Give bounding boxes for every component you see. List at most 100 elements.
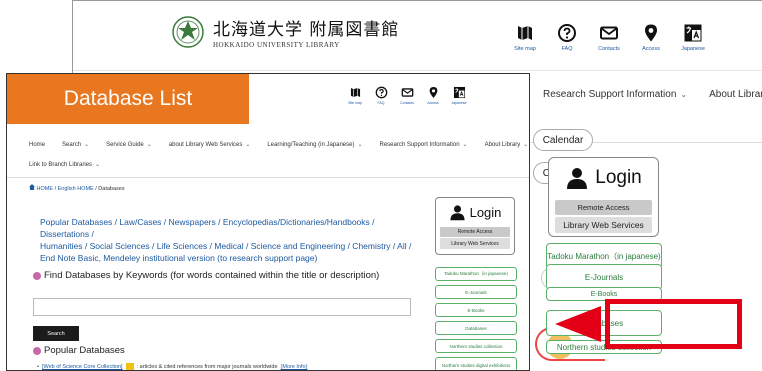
chevron-down-icon: ⌄	[84, 142, 90, 148]
japanese-link[interactable]: Japanese	[449, 86, 469, 105]
login-title: Login	[469, 204, 502, 220]
access-note-icon	[125, 363, 134, 370]
translate-icon	[684, 24, 702, 42]
access-link[interactable]: Access	[423, 86, 443, 105]
category-line[interactable]: Dissertations /	[40, 228, 420, 240]
background-utility-links: Site map FAQ Contacts Access Japanese	[511, 23, 707, 52]
main-nav: Home Search ⌄ Service Guide ⌄ about Library W…	[29, 135, 529, 175]
home-icon	[29, 184, 35, 190]
question-icon	[375, 86, 387, 99]
calendar-button[interactable]: Calendar	[533, 129, 593, 151]
category-line[interactable]: End Note Basic, Mendeley institutional v…	[40, 252, 420, 264]
faq-label: FAQ	[561, 46, 573, 52]
find-databases-heading: Find Databases by Keywords (for words co…	[33, 270, 379, 281]
contacts-link[interactable]: Contacts	[595, 23, 623, 52]
keyword-search-input[interactable]	[33, 298, 411, 316]
logo-english-text: HOKKAIDO UNIVERSITY LIBRARY	[213, 41, 340, 49]
remote-access-button[interactable]: Remote Access	[440, 227, 510, 237]
nav-research-support[interactable]: Research Support Information ⌄	[543, 89, 687, 100]
access-link[interactable]: Access	[637, 23, 665, 52]
breadcrumb-separator: /	[54, 186, 57, 192]
nav-service-guide[interactable]: Service Guide ⌄	[106, 142, 152, 148]
heading-bullet-icon	[33, 271, 41, 280]
database-list-page: Database List Site map FAQ Contacts Acce…	[6, 73, 530, 371]
nav-library-web-services[interactable]: about Library Web Services ⌄	[169, 142, 251, 148]
faq-link[interactable]: FAQ	[553, 23, 581, 52]
login-header[interactable]: Login	[549, 158, 658, 198]
university-emblem-icon	[172, 16, 204, 48]
highlight-arrow	[555, 306, 601, 342]
contacts-label: Contacts	[598, 46, 620, 52]
site-map-link[interactable]: Site map	[345, 86, 365, 105]
login-panel: Login Remote Access Library Web Services	[435, 197, 515, 255]
site-map-link[interactable]: Site map	[511, 23, 539, 52]
breadcrumb-english-home[interactable]: English HOME	[58, 186, 94, 192]
japanese-label: Japanese	[681, 46, 705, 52]
nav-learning-teaching[interactable]: Learning/Teaching (in Japanese) ⌄	[267, 142, 362, 148]
site-map-label: Site map	[348, 101, 362, 105]
chevron-down-icon: ⌄	[146, 142, 152, 148]
highlight-box	[605, 299, 742, 349]
access-label: Access	[642, 46, 660, 52]
map-icon	[350, 87, 360, 98]
library-web-services-button[interactable]: Library Web Services	[440, 238, 510, 249]
contacts-link[interactable]: Contacts	[397, 86, 417, 105]
faq-link[interactable]: FAQ	[371, 86, 391, 105]
background-header: 北海道大学 附属図書館 HOKKAIDO UNIVERSITY LIBRARY …	[73, 1, 762, 71]
translate-icon	[453, 86, 465, 99]
remote-access-button[interactable]: Remote Access	[555, 200, 652, 215]
location-pin-icon	[645, 24, 657, 42]
library-web-services-button[interactable]: Library Web Services	[555, 217, 652, 233]
list-item: • [Web of Science Core Collection] : art…	[37, 363, 308, 370]
category-links: Popular Databases / Law/Cases / Newspape…	[40, 216, 420, 264]
side-e-journals[interactable]: E-Journals	[435, 285, 517, 299]
breadcrumb-current: Databases	[98, 186, 125, 192]
utility-links: Site map FAQ Contacts Access Japanese	[345, 86, 469, 105]
nav-divider	[7, 177, 529, 178]
more-info-link[interactable]: (More Info)	[281, 364, 308, 370]
search-button[interactable]: Search	[33, 326, 79, 341]
nav-about-library[interactable]: About Library⌄	[709, 89, 762, 100]
user-icon	[567, 168, 588, 189]
breadcrumb-separator: /	[95, 186, 97, 192]
nav-search[interactable]: Search ⌄	[62, 142, 89, 148]
background-nav: Research Support Information ⌄ About Libr…	[543, 89, 762, 100]
mail-icon	[600, 26, 618, 40]
location-pin-icon	[429, 86, 437, 99]
page-title: Database List	[7, 74, 249, 124]
side-e-books[interactable]: E-Books	[435, 303, 517, 317]
question-icon	[558, 24, 576, 42]
chevron-down-icon: ⌄	[245, 142, 251, 148]
category-line[interactable]: Humanities / Social Sciences / Life Scie…	[40, 240, 420, 252]
nav-branch-libraries[interactable]: Link to Branch Libraries ⌄	[29, 162, 100, 168]
side-tadoku-marathon[interactable]: Tadoku Marathon（in japanese)	[435, 267, 517, 281]
nav-about-library[interactable]: About Library⌄	[485, 142, 529, 148]
japanese-label: Japanese	[451, 101, 467, 105]
background-login-panel: Login Remote Access Library Web Services	[548, 157, 659, 237]
map-icon	[518, 26, 532, 40]
category-line[interactable]: Popular Databases / Law/Cases / Newspape…	[40, 216, 420, 228]
contacts-label: Contacts	[400, 101, 414, 105]
popular-databases-heading: Popular Databases	[33, 345, 125, 356]
chevron-down-icon: ⌄	[523, 142, 529, 148]
nav-home[interactable]: Home	[29, 142, 45, 148]
login-header[interactable]: Login	[436, 198, 514, 226]
breadcrumb: HOME / English HOME / Databases	[29, 184, 125, 192]
chevron-down-icon: ⌄	[680, 90, 688, 99]
faq-label: FAQ	[377, 101, 385, 105]
access-label: Access	[427, 101, 439, 105]
chevron-down-icon: ⌄	[357, 142, 363, 148]
side-northern-studies[interactable]: Northern studies collection	[435, 339, 517, 353]
user-icon	[450, 204, 465, 220]
side-northern-studies-digital[interactable]: Northern studies digital exhibitions	[435, 357, 517, 370]
breadcrumb-home[interactable]: HOME	[37, 186, 54, 192]
database-link[interactable]: [Web of Science Core Collection]	[42, 364, 123, 370]
library-logo[interactable]: 北海道大学 附属図書館 HOKKAIDO UNIVERSITY LIBRARY	[171, 15, 399, 49]
side-databases[interactable]: Databases	[435, 321, 517, 335]
site-map-label: Site map	[514, 46, 536, 52]
nav-research-support[interactable]: Research Support Information ⌄	[380, 142, 468, 148]
japanese-link[interactable]: Japanese	[679, 23, 707, 52]
login-title: Login	[595, 167, 642, 188]
mail-icon	[401, 88, 413, 97]
heading-bullet-icon	[33, 346, 41, 355]
